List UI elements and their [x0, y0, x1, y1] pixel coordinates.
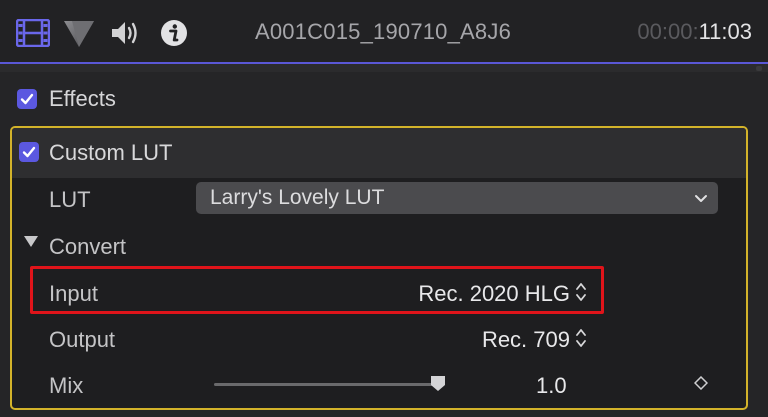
- lut-dropdown[interactable]: Larry's Lovely LUT: [196, 182, 718, 214]
- timecode: 00:00:11:03: [637, 19, 752, 45]
- effect-header[interactable]: Custom LUT: [12, 128, 746, 178]
- timecode-leading: 00:00:: [637, 19, 699, 44]
- inspector-toolbar: A001C015_190710_A8J6 00:00:11:03: [0, 0, 768, 64]
- color-shape-icon[interactable]: [62, 18, 96, 48]
- film-icon[interactable]: [16, 18, 50, 48]
- input-row-highlight: [30, 266, 604, 314]
- effects-checkbox[interactable]: [17, 89, 37, 109]
- keyframe-diamond-icon[interactable]: [694, 376, 708, 390]
- timecode-value: 11:03: [698, 19, 752, 44]
- lut-label: LUT: [49, 187, 91, 212]
- output-label: Output: [49, 327, 116, 352]
- output-popup-value[interactable]: Rec. 709: [482, 327, 570, 353]
- effects-section-title: Effects: [49, 86, 116, 111]
- mix-slider-thumb[interactable]: [430, 375, 446, 392]
- scrollbar-thumb[interactable]: [756, 66, 762, 71]
- disclosure-triangle-icon[interactable]: [24, 236, 38, 247]
- speaker-icon[interactable]: [110, 18, 142, 48]
- up-down-arrows-icon[interactable]: [574, 327, 588, 349]
- convert-group-label: Convert: [49, 234, 127, 259]
- chevron-down-icon: [695, 195, 707, 202]
- mix-value[interactable]: 1.0: [536, 373, 567, 399]
- checkmark-icon: [20, 93, 34, 105]
- mix-slider-track[interactable]: [214, 383, 436, 386]
- mix-label: Mix: [49, 373, 84, 398]
- effect-title: Custom LUT: [49, 140, 173, 165]
- clip-name: A001C015_190710_A8J6: [255, 19, 512, 44]
- scroll-area-top: [0, 64, 768, 72]
- info-icon[interactable]: [159, 18, 189, 48]
- custom-lut-checkbox[interactable]: [19, 142, 39, 162]
- checkmark-icon: [22, 146, 36, 158]
- lut-dropdown-value: Larry's Lovely LUT: [210, 186, 385, 209]
